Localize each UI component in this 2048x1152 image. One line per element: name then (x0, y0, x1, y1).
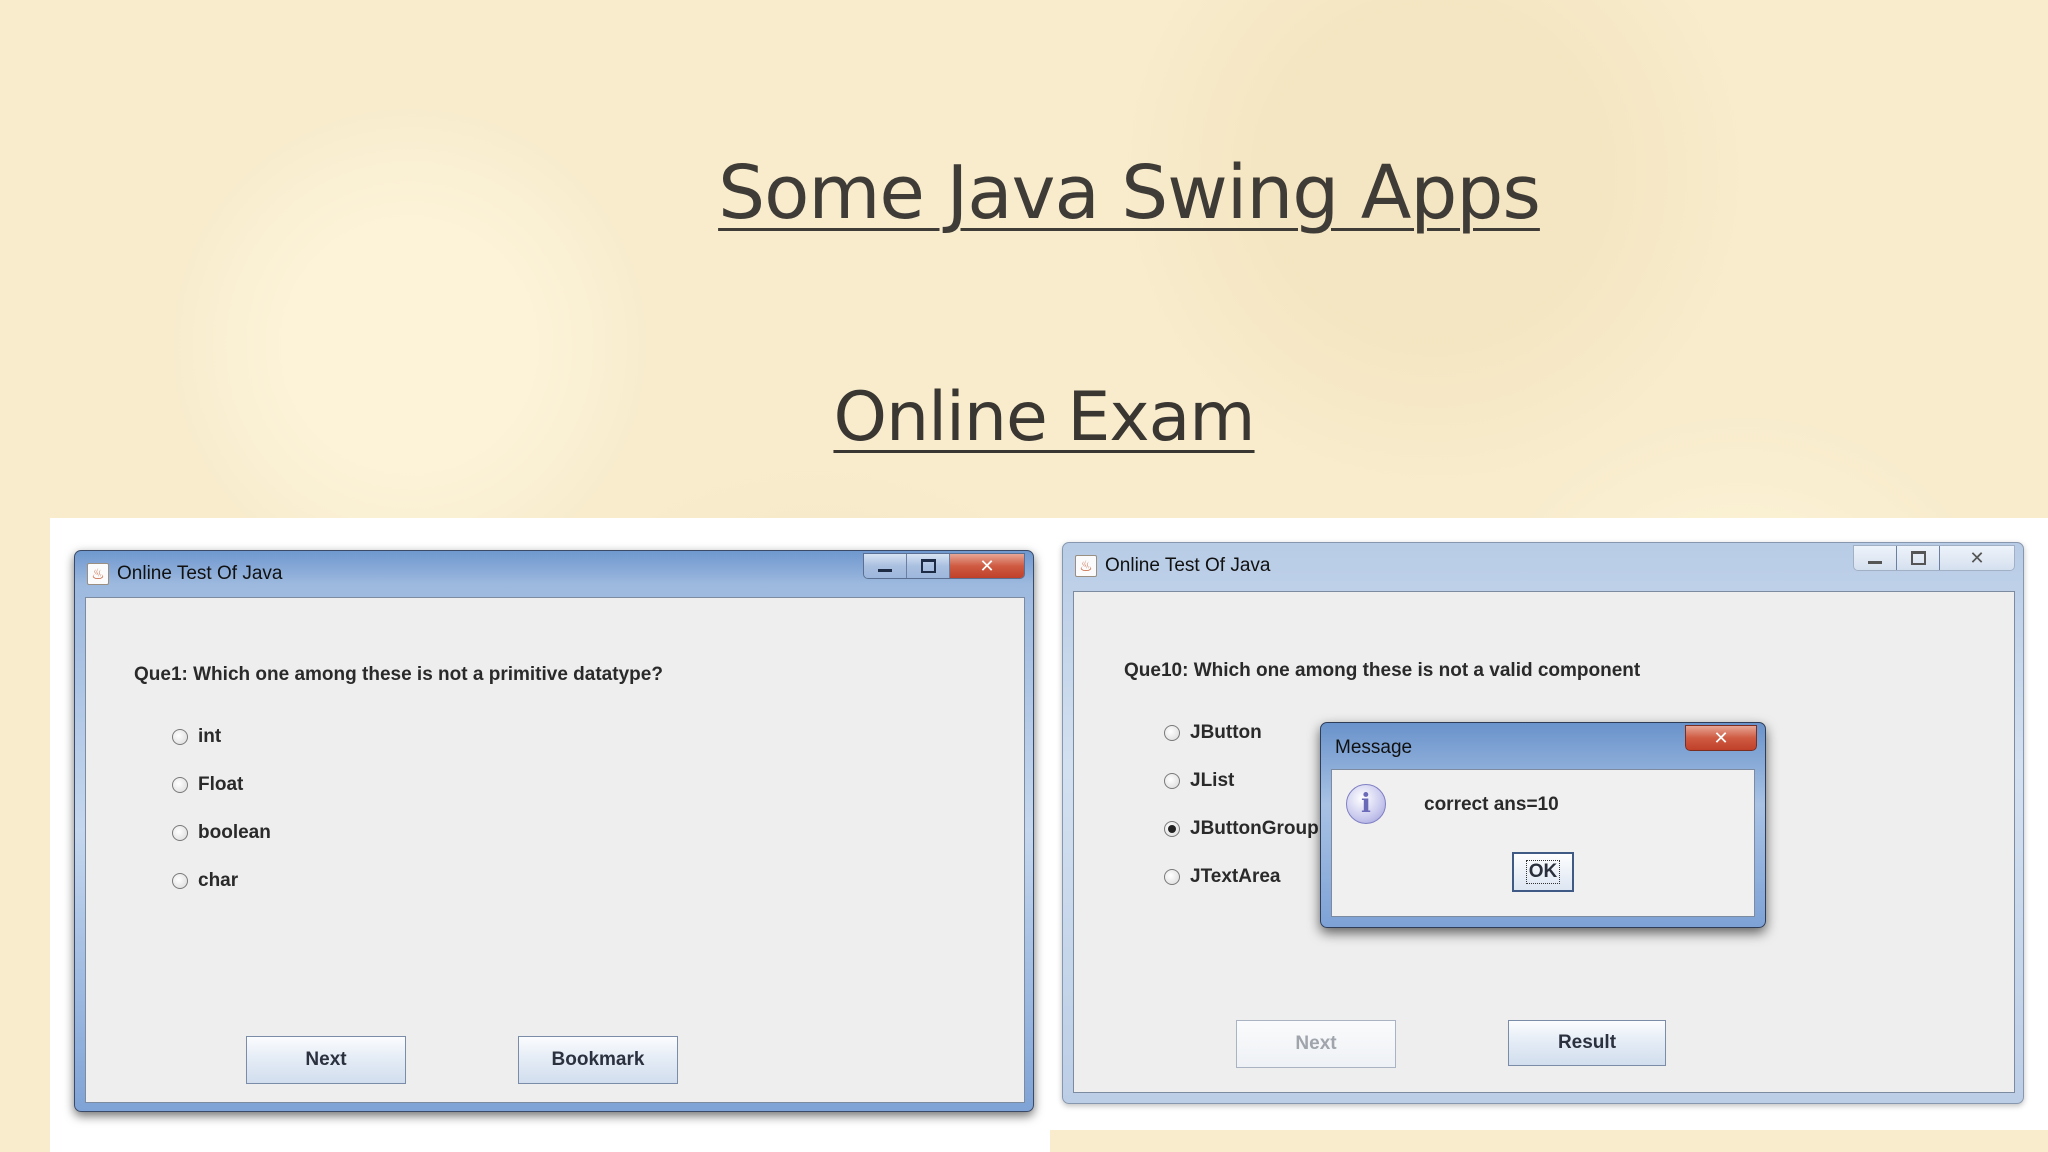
option-boolean[interactable]: boolean (172, 822, 271, 844)
window-controls: ✕ (863, 553, 1025, 579)
option-label: char (198, 870, 239, 891)
window-controls: ✕ (1853, 545, 2015, 571)
maximize-icon (1910, 551, 1926, 565)
ok-button[interactable]: OK (1512, 852, 1574, 892)
option-label: int (198, 726, 222, 747)
close-button[interactable]: ✕ (1940, 546, 2014, 570)
option-jbuttongroup[interactable]: JButtonGroup (1164, 818, 1319, 840)
minimize-icon (878, 568, 892, 572)
minimize-icon (1868, 560, 1882, 564)
radio-button-selected[interactable] (1164, 821, 1180, 837)
ok-label: OK (1525, 860, 1561, 884)
dialog-content: i correct ans=10 OK (1331, 769, 1755, 917)
question-label: Que1: Which one among these is not a pri… (134, 664, 663, 685)
dialog-message: correct ans=10 (1424, 794, 1559, 815)
content-pane: Que1: Which one among these is not a pri… (85, 597, 1025, 1103)
option-label: JList (1190, 770, 1235, 791)
title-bar[interactable]: ♨ Online Test Of Java ✕ (1063, 543, 2023, 587)
java-cup-icon[interactable]: ♨ (87, 563, 109, 585)
option-label: boolean (198, 822, 271, 843)
minimize-button[interactable] (1854, 546, 1897, 570)
slide-title: Some Java Swing Apps (718, 150, 1541, 236)
dialog-close-button[interactable]: ✕ (1685, 725, 1757, 751)
minimize-button[interactable] (864, 554, 907, 578)
maximize-icon (920, 559, 936, 573)
option-float[interactable]: Float (172, 774, 243, 796)
option-jtextarea[interactable]: JTextArea (1164, 866, 1280, 888)
option-int[interactable]: int (172, 726, 221, 748)
java-cup-icon[interactable]: ♨ (1075, 555, 1097, 577)
dialog-title: Message (1335, 737, 1413, 758)
maximize-button[interactable] (907, 554, 950, 578)
radio-button[interactable] (172, 729, 188, 745)
radio-button[interactable] (1164, 773, 1180, 789)
option-label: JTextArea (1190, 866, 1281, 887)
option-label: JButtonGroup (1190, 818, 1319, 839)
option-jbutton[interactable]: JButton (1164, 722, 1262, 744)
window-title: Online Test Of Java (1105, 555, 1271, 576)
close-icon: ✕ (979, 555, 995, 577)
radio-button[interactable] (1164, 869, 1180, 885)
close-button[interactable]: ✕ (950, 554, 1024, 578)
radio-button[interactable] (172, 873, 188, 889)
question-label: Que10: Which one among these is not a va… (1124, 660, 1641, 681)
dialog-title-bar[interactable]: Message ✕ (1321, 723, 1765, 767)
close-icon: ✕ (1713, 727, 1729, 749)
slide-subtitle: Online Exam (833, 378, 1255, 457)
radio-button[interactable] (172, 825, 188, 841)
info-icon: i (1346, 784, 1386, 824)
close-icon: ✕ (1969, 547, 1985, 569)
option-char[interactable]: char (172, 870, 238, 892)
option-jlist[interactable]: JList (1164, 770, 1234, 792)
title-bar[interactable]: ♨ Online Test Of Java ✕ (75, 551, 1033, 595)
maximize-button[interactable] (1897, 546, 1940, 570)
option-label: Float (198, 774, 244, 795)
radio-button[interactable] (1164, 725, 1180, 741)
bookmark-button[interactable]: Bookmark (518, 1036, 678, 1084)
option-label: JButton (1190, 722, 1262, 743)
dialog-controls: ✕ (1685, 725, 1757, 751)
window-title: Online Test Of Java (117, 563, 283, 584)
radio-button[interactable] (172, 777, 188, 793)
next-button[interactable]: Next (246, 1036, 406, 1084)
next-button[interactable]: Next (1236, 1020, 1396, 1068)
result-button[interactable]: Result (1508, 1020, 1666, 1066)
message-dialog: Message ✕ i correct ans=10 OK (1320, 722, 1766, 928)
exam-window-left: ♨ Online Test Of Java ✕ Que1: Which one … (74, 550, 1034, 1112)
